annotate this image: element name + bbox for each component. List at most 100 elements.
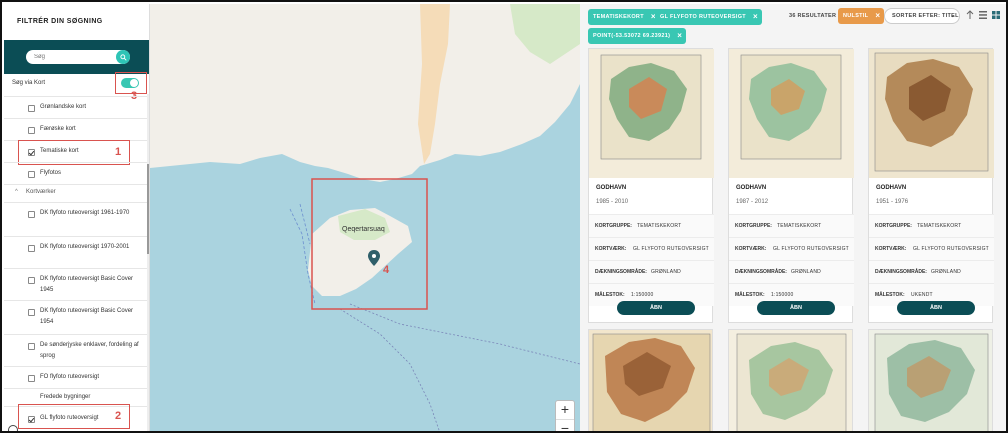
item-label: Fredede bygninger — [40, 394, 91, 400]
checkbox[interactable] — [28, 375, 35, 382]
item-label: DK flyfoto ruteoversigt Basic Cover 1954 — [40, 308, 134, 325]
card-title: GODHAVN — [736, 185, 767, 191]
list-item-gronlandske-kort[interactable]: Grønlandske kort — [4, 96, 149, 118]
checkbox[interactable] — [28, 211, 35, 218]
card-row: KORTVÆRK: GL FLYFOTO RUTEOVERSIGT — [869, 237, 994, 260]
result-card[interactable] — [588, 329, 713, 431]
annotation-number-4: 4 — [383, 264, 390, 276]
item-label: Grønlandske kort — [40, 104, 87, 110]
map-thumbnail[interactable] — [589, 49, 714, 178]
row-key: MÅLESTOK: — [875, 292, 905, 298]
sort-direction-icon[interactable] — [965, 10, 975, 20]
result-card[interactable] — [868, 329, 993, 431]
search-icon — [119, 53, 127, 61]
list-item-subitem[interactable]: De sønderjyske enklaver, fordeling af sp… — [4, 334, 149, 366]
row-key: DÆKNINGSOMRÅDE: — [595, 269, 647, 275]
sort-dropdown[interactable]: SORTER EFTER: TITEL ⌄ — [884, 8, 960, 24]
row-value: TEMATISKEKORT — [917, 223, 962, 229]
map-thumbnail[interactable] — [729, 49, 854, 178]
row-key: DÆKNINGSOMRÅDE: — [875, 269, 927, 275]
search-input[interactable] — [34, 52, 114, 62]
reset-button[interactable]: NULSTIL × — [838, 8, 885, 24]
list-view-icon[interactable] — [978, 10, 988, 20]
search-button[interactable] — [116, 50, 130, 64]
row-value: 1:150000 — [631, 292, 654, 298]
row-value: GRØNLAND — [791, 269, 821, 275]
grid-view-icon[interactable] — [991, 10, 1001, 20]
close-icon[interactable]: × — [753, 9, 758, 25]
filter-sidebar: FILTRÉR DIN SØGNING Søg via Kort 3 Grønl… — [4, 4, 150, 431]
section-label: Kortværker — [26, 189, 56, 195]
filter-chip-point[interactable]: POINT(-53.53072 69.23921) × — [588, 28, 687, 44]
checkbox[interactable] — [28, 309, 35, 316]
zoom-in-button[interactable]: + — [556, 401, 574, 418]
row-key: KORTGRUPPE: — [595, 223, 632, 229]
row-key: KORTVÆRK: — [735, 246, 767, 252]
result-card[interactable] — [728, 329, 853, 431]
map-thumbnail[interactable] — [869, 49, 994, 178]
settings-icon[interactable] — [8, 425, 18, 431]
search-box[interactable] — [26, 50, 130, 64]
card-row: KORTGRUPPE: TEMATISKEKORT — [589, 214, 714, 237]
map-canvas — [150, 4, 580, 431]
item-label: DK flyfoto ruteoversigt Basic Cover 1945 — [40, 276, 134, 293]
list-item-subitem[interactable]: FO flyfoto ruteoversigt — [4, 366, 149, 388]
chevron-down-icon: ⌄ — [950, 13, 955, 19]
card-title: GODHAVN — [876, 185, 907, 191]
row-key: KORTGRUPPE: — [735, 223, 772, 229]
checkbox[interactable] — [28, 343, 35, 350]
checkbox[interactable] — [28, 245, 35, 252]
card-years: 1985 - 2010 — [596, 199, 629, 205]
open-button[interactable]: ÅBN — [757, 301, 835, 315]
zoom-out-button[interactable]: − — [556, 419, 574, 431]
row-key: MÅLESTOK: — [735, 292, 765, 298]
map-view[interactable]: Qeqertarsuaq 4 + − — [150, 4, 580, 431]
card-row: KORTVÆRK: GL FLYFOTO RUTEOVERSIGT — [729, 237, 854, 260]
list-item-subitem[interactable]: DK flyfoto ruteoversigt Basic Cover 1945 — [4, 268, 149, 300]
card-years: 1987 - 2012 — [736, 199, 769, 205]
chip-label: TEMATISKEKORT — [593, 14, 644, 20]
map-place-label: Qeqertarsuaq — [342, 226, 385, 233]
open-button[interactable]: ÅBN — [897, 301, 975, 315]
list-item-subitem[interactable]: DK flyfoto ruteoversigt Basic Cover 1954 — [4, 300, 149, 334]
item-label: De sønderjyske enklaver, fordeling af sp… — [40, 342, 139, 359]
list-item-flyfotos[interactable]: Flyfotos — [4, 162, 149, 184]
row-key: DÆKNINGSOMRÅDE: — [735, 269, 787, 275]
list-item-subitem[interactable]: DK flyfoto ruteoversigt 1970-2001 — [4, 236, 149, 268]
row-value: UKENDT — [911, 292, 933, 298]
card-title: GODHAVN — [596, 185, 627, 191]
row-key: KORTVÆRK: — [595, 246, 627, 252]
card-row: DÆKNINGSOMRÅDE: GRØNLAND — [729, 260, 854, 283]
checkbox[interactable] — [28, 171, 35, 178]
list-item-subitem[interactable]: DK flyfoto ruteoversigt 1961-1970 — [4, 202, 149, 236]
chevron-up-icon: ^ — [15, 189, 18, 195]
item-label: Færøske kort — [40, 126, 76, 132]
item-label: Flyfotos — [40, 170, 62, 176]
row-value: GL FLYFOTO RUTEOVERSIGT — [913, 246, 989, 252]
result-card[interactable]: GODHAVN 1951 - 1976 KORTGRUPPE: TEMATISKE… — [868, 48, 994, 323]
checkbox[interactable] — [28, 105, 35, 112]
section-kortvaerker[interactable]: ^ Kortværker — [4, 184, 149, 202]
close-icon[interactable]: × — [875, 8, 880, 24]
close-icon[interactable]: × — [677, 28, 682, 44]
card-row: KORTVÆRK: GL FLYFOTO RUTEOVERSIGT — [589, 237, 714, 260]
sort-label: SORTER EFTER: TITEL — [892, 13, 959, 19]
list-item-faeroske-kort[interactable]: Færøske kort — [4, 118, 149, 140]
checkbox[interactable] — [28, 277, 35, 284]
filter-chip-tematiskekort[interactable]: TEMATISKEKORT × — [588, 9, 660, 25]
zoom-control: + − — [555, 400, 575, 431]
item-label: DK flyfoto ruteoversigt 1961-1970 — [40, 210, 130, 216]
sidebar-title: FILTRÉR DIN SØGNING — [17, 18, 103, 25]
open-button[interactable]: ÅBN — [617, 301, 695, 315]
result-card[interactable]: GODHAVN 1987 - 2012 KORTGRUPPE: TEMATISKE… — [728, 48, 854, 323]
row-value: GRØNLAND — [931, 269, 961, 275]
row-key: MÅLESTOK: — [595, 292, 625, 298]
filter-chip-gl-flyfoto[interactable]: GL FLYFOTO RUTEOVERSIGT × — [655, 9, 762, 25]
result-card[interactable]: GODHAVN 1985 - 2010 KORTGRUPPE: TEMATISKE… — [588, 48, 714, 323]
card-row: KORTGRUPPE: TEMATISKEKORT — [869, 214, 994, 237]
card-row: DÆKNINGSOMRÅDE: GRØNLAND — [869, 260, 994, 283]
checkbox[interactable] — [28, 127, 35, 134]
toggle-label: Søg via Kort — [12, 80, 46, 86]
row-value: GRØNLAND — [651, 269, 681, 275]
annotation-number-2: 2 — [115, 410, 122, 422]
